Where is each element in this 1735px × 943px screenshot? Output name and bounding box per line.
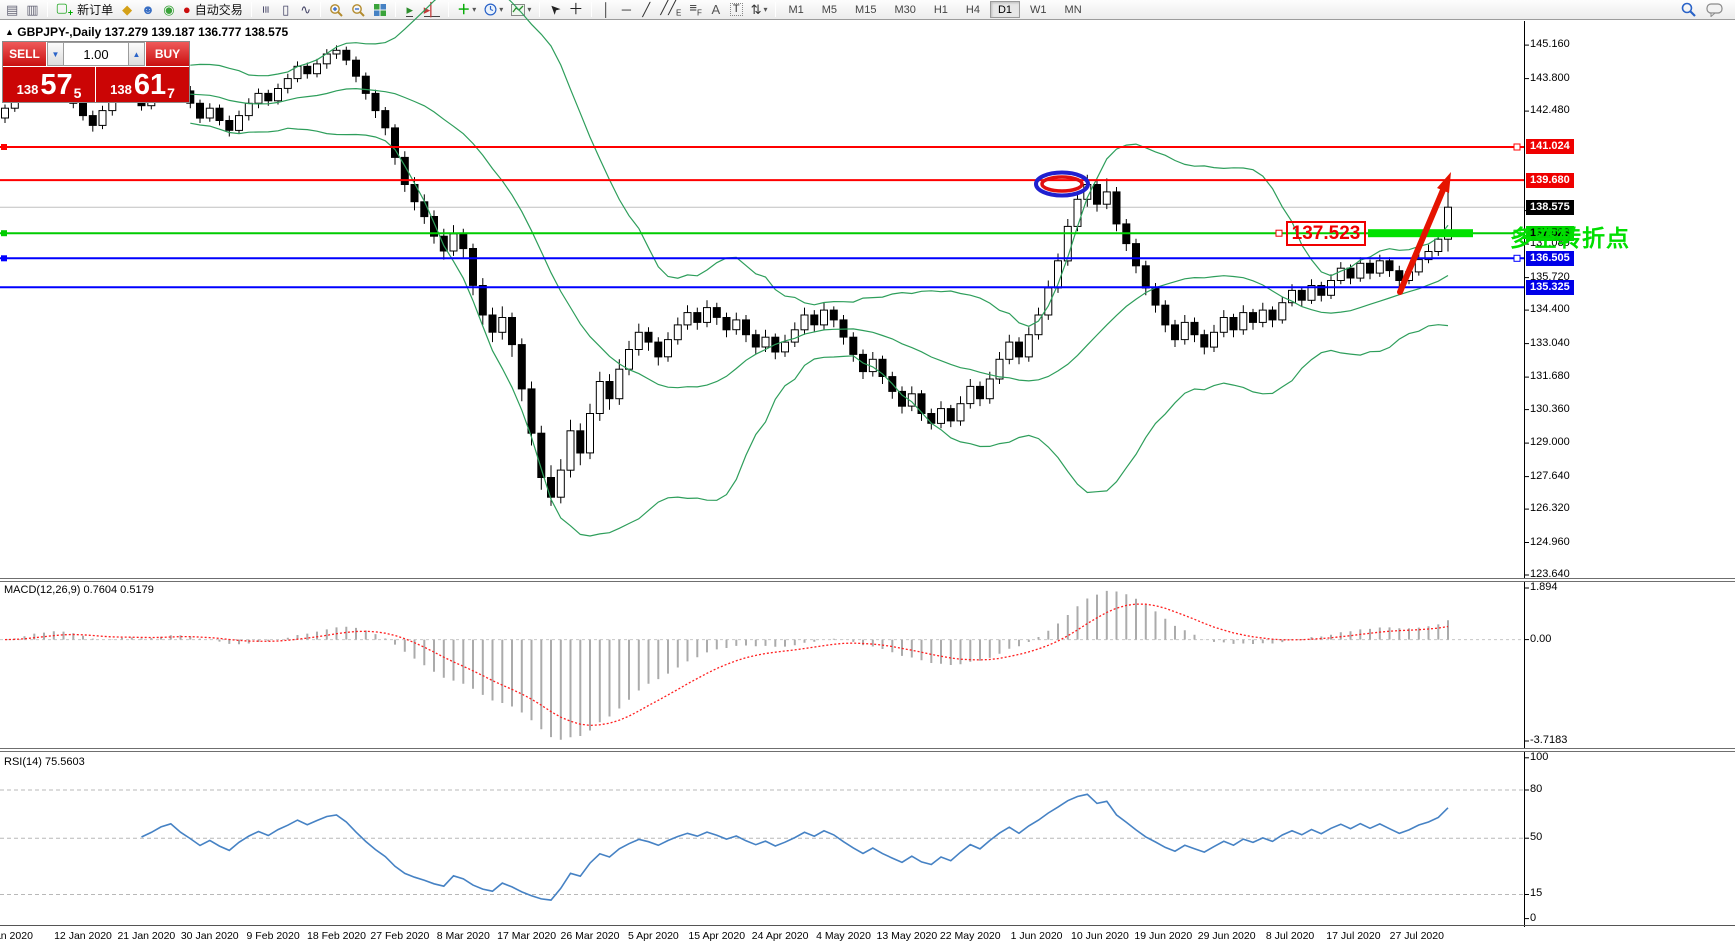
main-macd-separator[interactable] xyxy=(0,578,1735,582)
price-callout-box[interactable]: 137.523 xyxy=(1286,221,1366,246)
chart-ohlc-values: 137.279 139.187 136.777 138.575 xyxy=(105,25,289,39)
trade-panel-quotes: 138 57 5 138 61 7 xyxy=(3,66,189,102)
candlestick-series xyxy=(2,45,1452,506)
chart-title: ▲ GBPJPY-,Daily 137.279 139.187 136.777 … xyxy=(5,25,288,39)
volume-up-button[interactable]: ▲ xyxy=(128,42,145,66)
rsi-line xyxy=(142,794,1449,900)
bid-big-digits: 57 xyxy=(40,71,72,100)
ask-prefix: 138 xyxy=(110,80,132,100)
macd-signal-line xyxy=(5,604,1448,725)
line-handle[interactable] xyxy=(1,255,7,261)
sell-button[interactable]: SELL xyxy=(3,42,47,66)
rsi-indicator-label: RSI(14) 75.5603 xyxy=(4,756,85,768)
one-click-trading-panel: SELL ▼ ▲ BUY 138 57 5 138 61 7 xyxy=(2,41,190,103)
ask-quote[interactable]: 138 61 7 xyxy=(96,67,189,102)
panel-collapse-arrow[interactable]: ▲ xyxy=(5,27,14,37)
macd-indicator-label: MACD(12,26,9) 0.7604 0.5179 xyxy=(4,584,154,596)
macd-histogram xyxy=(5,591,1448,740)
line-handle[interactable] xyxy=(1,230,7,236)
line-handle[interactable] xyxy=(1276,230,1282,236)
bid-quote[interactable]: 138 57 5 xyxy=(3,67,96,102)
bollinger-bands xyxy=(190,0,1448,536)
bid-pip-digit: 5 xyxy=(74,86,82,100)
line-handle[interactable] xyxy=(1514,255,1520,261)
buy-button[interactable]: BUY xyxy=(145,42,189,66)
ask-big-digits: 61 xyxy=(134,71,166,100)
trade-panel-controls: SELL ▼ ▲ BUY xyxy=(3,42,189,66)
line-handle[interactable] xyxy=(1514,144,1520,150)
macd-rsi-separator[interactable] xyxy=(0,748,1735,752)
bid-prefix: 138 xyxy=(17,80,39,100)
volume-input[interactable] xyxy=(64,42,128,66)
trading-app-window: ▤ ▥ ▢+ 新订单 ◆ ☻ ◉ ● 自动交易 ≡ ▯ ∿ ▸ ▸▏ ＋▾ xyxy=(0,0,1735,943)
line-handle[interactable] xyxy=(1,144,7,150)
rsi-bottom-border xyxy=(0,925,1735,926)
chinese-annotation-text[interactable]: 多空转折点 xyxy=(1510,219,1630,253)
chart-canvas[interactable] xyxy=(0,0,1735,943)
ask-pip-digit: 7 xyxy=(167,86,175,100)
volume-down-button[interactable]: ▼ xyxy=(47,42,64,66)
chart-symbol-label: GBPJPY-,Daily xyxy=(17,25,101,39)
